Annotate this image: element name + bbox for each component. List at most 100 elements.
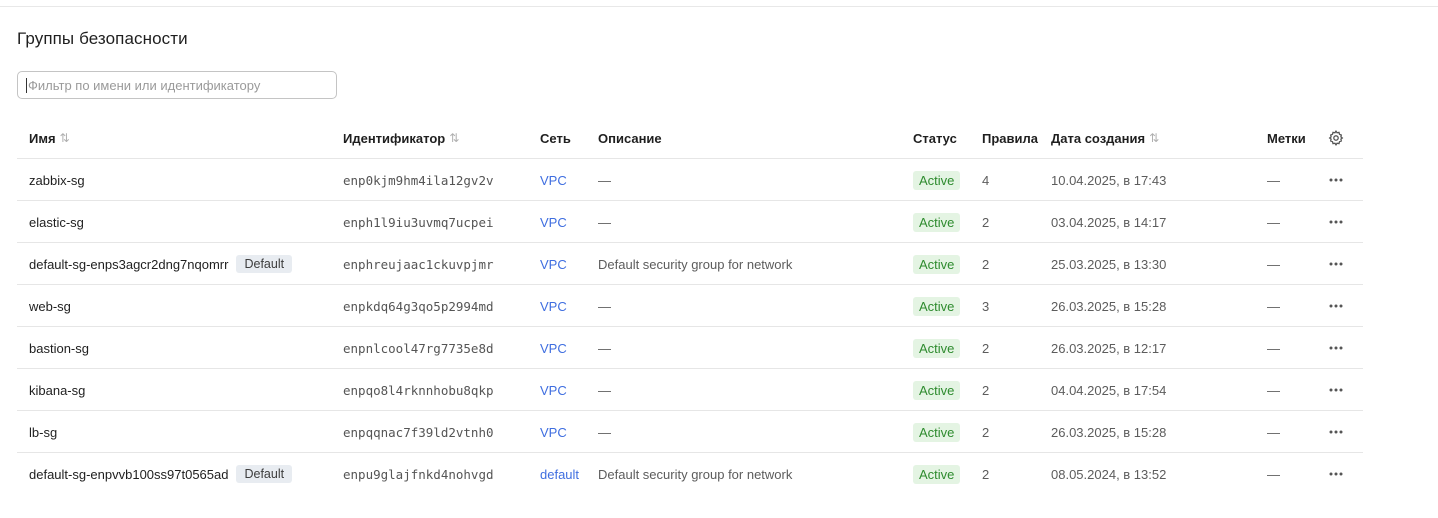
network-link[interactable]: VPC (540, 173, 567, 188)
table-row[interactable]: bastion-sg enpnlcool47rg7735e8d VPC — Ac… (17, 327, 1363, 369)
group-name[interactable]: default-sg-enpvvb100ss97t0565ad (29, 467, 228, 482)
group-description: — (598, 382, 611, 398)
filter-input[interactable] (28, 72, 328, 98)
group-description: — (598, 424, 611, 440)
group-id: enpnlcool47rg7735e8d (343, 340, 494, 356)
status-badge: Active (913, 296, 961, 316)
cell-description: — (598, 201, 611, 243)
group-name[interactable]: bastion-sg (29, 341, 89, 356)
more-horizontal-icon[interactable] (1328, 285, 1344, 327)
filter-input-wrapper[interactable] (17, 71, 337, 99)
sort-icon[interactable]: ⇅ (60, 131, 70, 145)
group-labels: — (1267, 214, 1280, 230)
table-row[interactable]: kibana-sg enpqo8l4rknnhobu8qkp VPC — Act… (17, 369, 1363, 411)
more-horizontal-icon[interactable] (1328, 453, 1344, 495)
more-horizontal-icon[interactable] (1328, 201, 1344, 243)
network-link[interactable]: VPC (540, 383, 567, 398)
gear-icon[interactable] (1328, 117, 1344, 159)
network-link[interactable]: VPC (540, 257, 567, 272)
table-row[interactable]: web-sg enpkdq64g3qo5p2994md VPC — Active… (17, 285, 1363, 327)
cell-id: enphreujaac1ckuvpjmr (343, 243, 494, 285)
cell-id: enpkdq64g3qo5p2994md (343, 285, 494, 327)
rules-count: 2 (982, 256, 990, 272)
table-row[interactable]: zabbix-sg enp0kjm9hm4ila12gv2v VPC — Act… (17, 159, 1363, 201)
cell-labels: — (1267, 369, 1280, 411)
more-horizontal-icon[interactable] (1328, 159, 1344, 201)
group-labels: — (1267, 256, 1280, 272)
cell-description: Default security group for network (598, 243, 792, 285)
cell-created: 08.05.2024, в 13:52 (1051, 453, 1166, 495)
cell-description: — (598, 327, 611, 369)
cell-status: Active (913, 201, 961, 243)
cell-name: elastic-sg (29, 201, 84, 243)
more-horizontal-icon[interactable] (1328, 411, 1344, 453)
page-title: Группы безопасности (17, 29, 188, 48)
group-labels: — (1267, 172, 1280, 188)
group-name[interactable]: default-sg-enps3agcr2dng7nqomrr (29, 257, 228, 272)
sort-icon[interactable]: ⇅ (1149, 131, 1159, 145)
cell-status: Active (913, 453, 961, 495)
cell-status: Active (913, 285, 961, 327)
group-description: — (598, 340, 611, 356)
table-row[interactable]: lb-sg enpqqnac7f39ld2vtnh0 VPC — Active … (17, 411, 1363, 453)
network-link[interactable]: VPC (540, 425, 567, 440)
cell-created: 03.04.2025, в 14:17 (1051, 201, 1166, 243)
cell-id: enpqqnac7f39ld2vtnh0 (343, 411, 494, 453)
group-description: Default security group for network (598, 256, 793, 272)
cell-rules: 2 (982, 243, 989, 285)
group-name[interactable]: elastic-sg (29, 215, 84, 230)
cell-description: Default security group for network (598, 453, 792, 495)
column-header-label: Статус (913, 130, 957, 146)
sort-icon[interactable]: ⇅ (449, 131, 459, 145)
column-header-id[interactable]: Идентификатор ⇅ (343, 117, 459, 159)
network-link[interactable]: VPC (540, 341, 567, 356)
cell-network: VPC (540, 411, 567, 453)
table-row[interactable]: default-sg-enpvvb100ss97t0565ad Default … (17, 453, 1363, 495)
cell-name: default-sg-enps3agcr2dng7nqomrr Default (29, 243, 293, 285)
cell-created: 26.03.2025, в 15:28 (1051, 285, 1166, 327)
cell-name: kibana-sg (29, 369, 85, 411)
cell-description: — (598, 411, 611, 453)
cell-created: 10.04.2025, в 17:43 (1051, 159, 1166, 201)
text-caret (26, 78, 27, 93)
rules-count: 2 (982, 424, 990, 440)
more-horizontal-icon[interactable] (1328, 369, 1344, 411)
more-horizontal-icon[interactable] (1328, 327, 1344, 369)
more-horizontal-icon[interactable] (1328, 243, 1344, 285)
cell-rules: 2 (982, 411, 989, 453)
table-row[interactable]: default-sg-enps3agcr2dng7nqomrr Default … (17, 243, 1363, 285)
cell-status: Active (913, 243, 961, 285)
cell-labels: — (1267, 159, 1280, 201)
created-date: 10.04.2025, в 17:43 (1051, 172, 1167, 188)
group-description: Default security group for network (598, 466, 793, 482)
cell-name: bastion-sg (29, 327, 89, 369)
network-link[interactable]: VPC (540, 215, 567, 230)
cell-description: — (598, 369, 611, 411)
table-header: Имя ⇅ Идентификатор ⇅ Сеть Описание Стат… (17, 117, 1363, 159)
column-header-name[interactable]: Имя ⇅ (29, 117, 70, 159)
group-name[interactable]: web-sg (29, 299, 71, 314)
created-date: 04.04.2025, в 17:54 (1051, 382, 1167, 398)
rules-count: 2 (982, 214, 990, 230)
group-name[interactable]: zabbix-sg (29, 173, 85, 188)
rules-count: 2 (982, 340, 990, 356)
table-body: zabbix-sg enp0kjm9hm4ila12gv2v VPC — Act… (17, 159, 1363, 495)
table-row[interactable]: elastic-sg enph1l9iu3uvmq7ucpei VPC — Ac… (17, 201, 1363, 243)
group-labels: — (1267, 298, 1280, 314)
network-link[interactable]: VPC (540, 299, 567, 314)
status-badge: Active (913, 212, 961, 232)
column-header-label: Правила (982, 130, 1038, 146)
column-header-label: Метки (1267, 130, 1306, 146)
column-header-created[interactable]: Дата создания ⇅ (1051, 117, 1159, 159)
group-id: enpqqnac7f39ld2vtnh0 (343, 424, 494, 440)
status-badge: Active (913, 422, 961, 442)
network-link[interactable]: default (540, 467, 579, 482)
status-badge: Active (913, 338, 961, 358)
group-name[interactable]: lb-sg (29, 425, 57, 440)
cell-labels: — (1267, 411, 1280, 453)
status-badge: Active (913, 254, 961, 274)
cell-name: zabbix-sg (29, 159, 85, 201)
group-name[interactable]: kibana-sg (29, 383, 85, 398)
column-header-description: Описание (598, 117, 662, 159)
top-divider (0, 6, 1438, 7)
